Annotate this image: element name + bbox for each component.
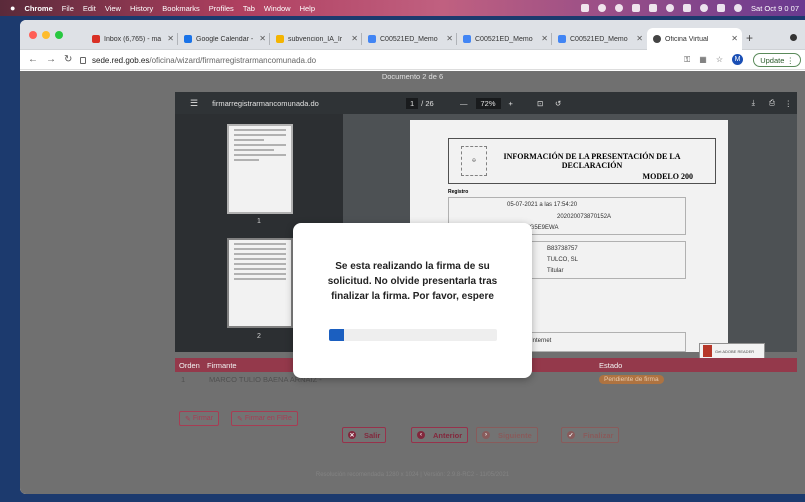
gmail-icon	[92, 35, 100, 43]
tab-search-icon[interactable]	[790, 34, 797, 41]
url-domain: sede.red.gob.es	[92, 55, 150, 65]
bluetooth-icon[interactable]	[666, 4, 675, 12]
status-icon[interactable]	[632, 4, 641, 12]
progress-bar	[329, 329, 497, 341]
status-icon[interactable]	[649, 4, 658, 12]
close-tab-icon[interactable]: ✕	[731, 34, 738, 43]
lock-icon[interactable]	[80, 56, 86, 64]
tab-doc-3[interactable]: C00521ED_Memo ✕	[552, 28, 647, 50]
calendar-icon	[184, 35, 192, 43]
reload-icon[interactable]: ↻	[64, 54, 72, 65]
menu-bar: ● Chrome File Edit View History Bookmark…	[0, 0, 805, 16]
tab-oficina-virtual[interactable]: Oficina Virtual ✕	[647, 28, 742, 50]
menu-view[interactable]: View	[105, 4, 121, 13]
menu-file[interactable]: File	[62, 4, 74, 13]
toolbar-icons: ⚿ ▦ ☆ M	[675, 54, 743, 65]
address-bar[interactable]: sede.red.gob.es/oficina/wizard/firmarreg…	[80, 53, 660, 67]
docs-icon	[463, 35, 471, 43]
menu-window[interactable]: Window	[264, 4, 291, 13]
browser-toolbar: ← → ↻ sede.red.gob.es/oficina/wizard/fir…	[20, 50, 805, 70]
maximize-window-icon[interactable]	[55, 31, 63, 39]
bookmark-star-icon[interactable]: ☆	[716, 55, 723, 64]
translate-icon[interactable]: ▦	[699, 55, 707, 64]
menu-edit[interactable]: Edit	[83, 4, 96, 13]
control-center-icon[interactable]	[734, 4, 743, 12]
status-icon[interactable]	[581, 4, 590, 12]
close-tab-icon[interactable]: ✕	[636, 34, 643, 43]
search-icon[interactable]	[717, 4, 726, 12]
wifi-icon[interactable]	[700, 4, 709, 12]
tab-calendar[interactable]: Google Calendar - ✕	[178, 28, 270, 50]
update-label: Update	[760, 55, 785, 65]
tab-strip: Inbox (6,765) - ma ✕ Google Calendar - ✕ s…	[20, 20, 805, 50]
battery-icon[interactable]	[683, 4, 692, 12]
menu-tab[interactable]: Tab	[243, 4, 255, 13]
close-window-icon[interactable]	[29, 31, 37, 39]
docs-icon	[558, 35, 566, 43]
status-icons: Sat Oct 9 0 07	[572, 0, 799, 16]
key-icon[interactable]: ⚿	[684, 55, 690, 65]
clock[interactable]: Sat Oct 9 0 07	[751, 4, 799, 13]
tab-drive[interactable]: subvencion_IA_Ir ✕	[270, 28, 362, 50]
docs-icon	[368, 35, 376, 43]
close-tab-icon[interactable]: ✕	[541, 34, 548, 43]
minimize-window-icon[interactable]	[42, 31, 50, 39]
browser-window: Inbox (6,765) - ma ✕ Google Calendar - ✕ s…	[20, 20, 805, 494]
dialog-message: Se esta realizando la firma de su solici…	[327, 261, 498, 302]
web-page: Documento 2 de 6 ☰ firmarregistrarmancom…	[20, 71, 805, 494]
close-tab-icon[interactable]: ✕	[351, 34, 358, 43]
menu-profiles[interactable]: Profiles	[209, 4, 234, 13]
menu-app-name[interactable]: Chrome	[24, 4, 52, 13]
new-tab-icon[interactable]: +	[746, 31, 753, 45]
progress-fill	[329, 329, 345, 341]
status-icon[interactable]	[615, 4, 624, 12]
menu-bookmarks[interactable]: Bookmarks	[162, 4, 200, 13]
drive-icon	[276, 35, 284, 43]
menu-history[interactable]: History	[130, 4, 153, 13]
tab-doc-2[interactable]: C00521ED_Memo ✕	[457, 28, 552, 50]
tab-doc-1[interactable]: C00521ED_Memo ✕	[362, 28, 457, 50]
signing-progress-dialog: Se esta realizando la firma de su solici…	[293, 223, 532, 378]
forward-icon[interactable]: →	[46, 54, 56, 65]
tab-inbox[interactable]: Inbox (6,765) - ma ✕	[86, 28, 178, 50]
window-controls	[29, 31, 68, 39]
profile-avatar[interactable]: M	[732, 54, 743, 65]
close-tab-icon[interactable]: ✕	[167, 34, 174, 43]
apple-menu-icon[interactable]: ●	[10, 3, 15, 13]
menu-help[interactable]: Help	[300, 4, 315, 13]
url-path: /oficina/wizard/firmarregistrarmancomuna…	[149, 55, 317, 65]
back-icon[interactable]: ←	[28, 54, 38, 65]
update-button[interactable]: Update ⋮	[753, 53, 801, 67]
globe-icon	[653, 35, 661, 43]
close-tab-icon[interactable]: ✕	[446, 34, 453, 43]
status-icon[interactable]	[598, 4, 607, 12]
close-tab-icon[interactable]: ✕	[259, 34, 266, 43]
